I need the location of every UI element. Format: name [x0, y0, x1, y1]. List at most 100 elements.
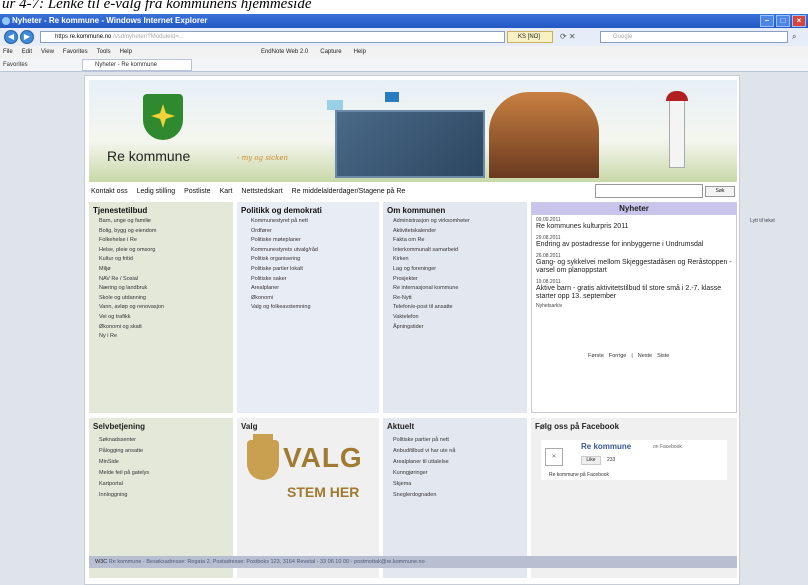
om-kommunen-heading: Om kommunen: [387, 206, 446, 215]
list-item[interactable]: Ordfører: [251, 227, 379, 237]
pager-prev[interactable]: Forrige: [609, 353, 626, 359]
nav-kontakt[interactable]: Kontakt oss: [91, 186, 128, 198]
site-search-input[interactable]: [595, 184, 703, 198]
list-item[interactable]: MinSide: [99, 457, 233, 468]
menu-edit[interactable]: Edit: [22, 46, 32, 58]
menu-file[interactable]: File: [3, 46, 13, 58]
list-item[interactable]: Politiske møteplaner: [251, 236, 379, 246]
list-item[interactable]: Åpningstider: [393, 323, 527, 333]
list-item[interactable]: Skjema: [393, 479, 527, 490]
facebook-page-name[interactable]: Re kommune: [581, 442, 631, 451]
list-item[interactable]: Vei og trafikk: [99, 313, 233, 323]
pager-next[interactable]: Neste: [638, 353, 652, 359]
list-item[interactable]: Aktivitetskalender: [393, 227, 527, 237]
facebook-footer-link[interactable]: Re kommune på Facebook: [549, 472, 609, 478]
list-item[interactable]: Innloggning: [99, 490, 233, 501]
search-input[interactable]: Google: [600, 31, 788, 43]
list-item[interactable]: Interkommunalt samarbeid: [393, 246, 527, 256]
endnote-button[interactable]: EndNote Web 2.0: [261, 46, 308, 58]
list-item[interactable]: Politisk organisering: [251, 255, 379, 265]
nav-kart[interactable]: Kart: [220, 186, 233, 198]
list-item[interactable]: Valg og folkeavstemning: [251, 303, 379, 313]
news-item[interactable]: 29.08.2011 Endring av postadresse for in…: [532, 233, 736, 251]
nav-ledig-stilling[interactable]: Ledig stilling: [137, 186, 176, 198]
list-item[interactable]: Arealplaner til uttalelse: [393, 457, 527, 468]
e-valg-banner[interactable]: VALG STEM HER: [247, 434, 371, 518]
list-item[interactable]: Arealplaner: [251, 284, 379, 294]
list-item[interactable]: Anbud/tilbud vi har ute nå: [393, 446, 527, 457]
list-item[interactable]: Re-Nytt: [393, 294, 527, 304]
list-item[interactable]: Søknadssenter: [99, 435, 233, 446]
list-item[interactable]: Sneglerdognaden: [393, 490, 527, 501]
list-item[interactable]: Telefon/e-post til ansatte: [393, 303, 527, 313]
list-item[interactable]: Barn, unge og familie: [99, 217, 233, 227]
minimize-icon[interactable]: –: [760, 15, 774, 27]
capture-button[interactable]: Capture: [320, 46, 341, 58]
list-item[interactable]: Folkehelse i Re: [99, 236, 233, 246]
list-item[interactable]: Fakta om Re: [393, 236, 527, 246]
news-archive-link[interactable]: Nyhetsarkiv: [532, 303, 736, 309]
list-item[interactable]: Melde feil på gatelys: [99, 468, 233, 479]
nav-postliste[interactable]: Postliste: [184, 186, 210, 198]
news-item[interactable]: 26.08.2011 Gang- og sykkelvei mellom Skj…: [532, 251, 736, 277]
nav-middelalderdager[interactable]: Re middelalderdager/Stagene på Re: [292, 186, 406, 198]
forward-icon[interactable]: ▶: [20, 30, 34, 44]
facebook-avatar[interactable]: ✕: [545, 448, 563, 466]
menu-view[interactable]: View: [41, 46, 54, 58]
site-search-button[interactable]: Søk: [705, 186, 735, 197]
address-bar[interactable]: https re.kommune.no /vsd/nyheter/?Module…: [40, 31, 505, 43]
news-title[interactable]: Re kommunes kulturpris 2011: [536, 223, 732, 231]
list-item[interactable]: Kommunestyrets utvalg/råd: [251, 246, 379, 256]
list-item[interactable]: Kommunestyret på nett: [251, 217, 379, 227]
list-item[interactable]: Politiske partier på nett: [393, 435, 527, 446]
nav-nettstedskart[interactable]: Nettstedskart: [241, 186, 282, 198]
list-item[interactable]: NAV Re / Sosial: [99, 275, 233, 285]
news-title[interactable]: Aktive barn - gratis aktivitetstilbud ti…: [536, 285, 732, 301]
like-button[interactable]: Like: [581, 456, 601, 465]
news-title[interactable]: Gang- og sykkelvei mellom Skjeggestadåse…: [536, 259, 732, 275]
w3c-badge[interactable]: W3C: [95, 559, 107, 565]
help-button[interactable]: Help: [354, 46, 366, 58]
browser-tab[interactable]: Nyheter - Re kommune: [82, 59, 192, 71]
menu-help[interactable]: Help: [120, 46, 132, 58]
list-item[interactable]: Ny i Re: [99, 332, 233, 342]
news-item[interactable]: 09.09.2011 Re kommunes kulturpris 2011: [532, 215, 736, 233]
list-item[interactable]: Prosjekter: [393, 275, 527, 285]
pager-first[interactable]: Første: [588, 353, 604, 359]
list-item[interactable]: Helse, pleie og omsorg: [99, 246, 233, 256]
list-item[interactable]: Bolig, bygg og eiendom: [99, 227, 233, 237]
list-item[interactable]: Lag og foreninger: [393, 265, 527, 275]
list-item[interactable]: Økonomi: [251, 294, 379, 304]
menu-favorites[interactable]: Favorites: [63, 46, 88, 58]
list-item[interactable]: Økonomi og skatt: [99, 323, 233, 333]
list-item[interactable]: Kunngjøringer: [393, 468, 527, 479]
list-item[interactable]: Administrasjon og virksomheter: [393, 217, 527, 227]
maximize-icon[interactable]: □: [776, 15, 790, 27]
favorites-button[interactable]: Favorites: [3, 58, 28, 72]
list-item[interactable]: Politiske partier lokalt: [251, 265, 379, 275]
list-item[interactable]: Kultur og fritid: [99, 255, 233, 265]
list-item[interactable]: Næring og landbruk: [99, 284, 233, 294]
close-icon[interactable]: ×: [792, 15, 806, 27]
read-aloud-link[interactable]: Lytt til tekst: [750, 218, 775, 224]
url-scheme: https: [55, 34, 69, 40]
list-item[interactable]: Politiske saker: [251, 275, 379, 285]
news-item[interactable]: 19.08.2011 Aktive barn - gratis aktivite…: [532, 277, 736, 303]
coat-of-arms-icon[interactable]: [143, 94, 183, 140]
list-item[interactable]: Kartportal: [99, 479, 233, 490]
address-tools[interactable]: ⟳ ✕: [560, 31, 594, 43]
list-item[interactable]: Kirken: [393, 255, 527, 265]
list-item[interactable]: Vaktelefon: [393, 313, 527, 323]
menu-tools[interactable]: Tools: [97, 46, 111, 58]
back-icon[interactable]: ◀: [4, 30, 18, 44]
list-item[interactable]: Skole og utdanning: [99, 294, 233, 304]
list-item[interactable]: Re internasjonal kommune: [393, 284, 527, 294]
news-title[interactable]: Endring av postadresse for innbyggerne i…: [536, 241, 732, 249]
site-logo-text[interactable]: Re kommune: [107, 148, 190, 164]
search-icon[interactable]: ⌕: [792, 31, 804, 43]
pager-last[interactable]: Siste: [657, 353, 669, 359]
list-item[interactable]: Vann, avløp og renovasjon: [99, 303, 233, 313]
ssl-badge[interactable]: KS [NO]: [507, 31, 553, 43]
list-item[interactable]: Pålogging ansatte: [99, 446, 233, 457]
list-item[interactable]: Miljø: [99, 265, 233, 275]
